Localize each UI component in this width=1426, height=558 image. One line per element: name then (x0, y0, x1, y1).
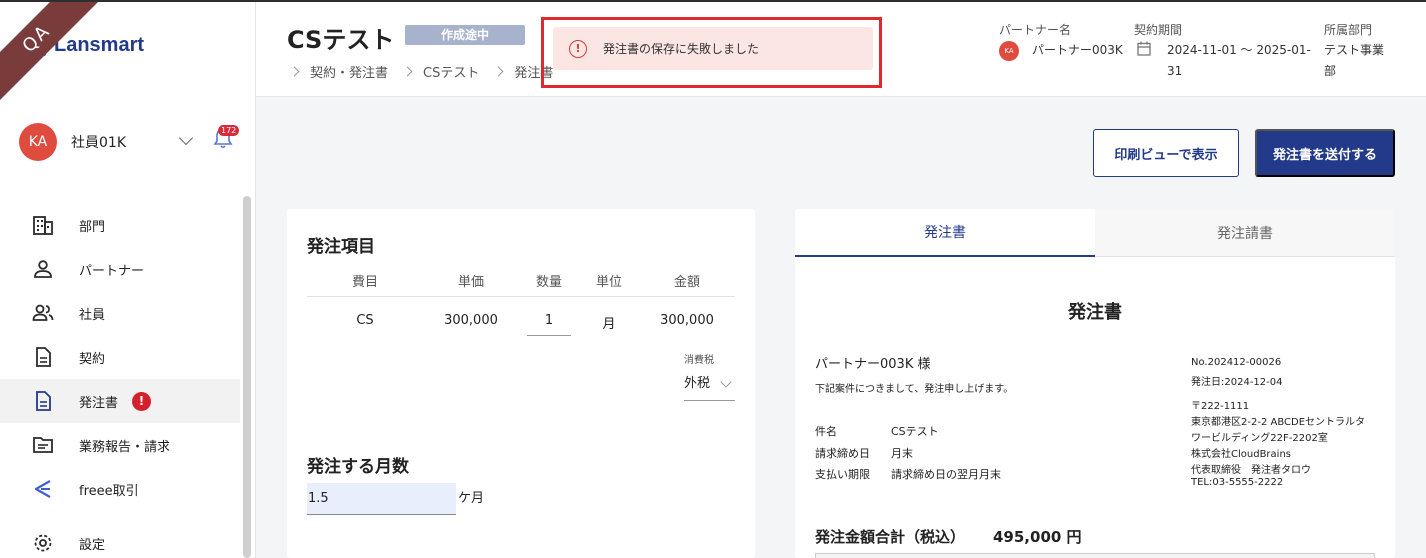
logo-text: Lansmart (54, 33, 145, 56)
doc-recipient: パートナー003K 様 (815, 357, 931, 372)
doc-total-value: 495,000 円 (993, 528, 1082, 546)
amount-cell: 300,000 (660, 313, 714, 328)
freee-icon (32, 478, 54, 500)
sidebar-scrollbar[interactable] (243, 196, 251, 558)
sidebar-item-label: 設定 (79, 537, 106, 553)
tax-label: 消費税 (684, 355, 714, 366)
tab-order-acceptance[interactable]: 発注請書 (1095, 209, 1395, 257)
breadcrumb-link[interactable]: CSテスト (423, 62, 479, 81)
doc-company: 株式会社CloudBrains (1191, 449, 1291, 460)
tax-select-value: 外税 (684, 376, 711, 391)
sidebar-item-freee[interactable]: freee取引 (0, 467, 240, 511)
toast-highlight-frame (541, 17, 882, 88)
doc-total-label: 発注金額合計（税込） (815, 528, 966, 546)
doc-field-value: 月末 (891, 447, 913, 460)
period-label: 契約期間 (1134, 23, 1183, 37)
quantity-input[interactable]: 1 (527, 313, 571, 328)
chevron-down-icon (720, 376, 732, 388)
chevron-right-icon (289, 66, 300, 77)
item-name-cell: CS (356, 313, 374, 328)
sidebar-item-label: パートナー (79, 263, 145, 279)
unit-cell: 月 (602, 317, 616, 332)
breadcrumb: 契約・発注書 CSテスト 発注書 (287, 62, 553, 81)
unit-price-cell: 300,000 (444, 313, 498, 328)
sidebar-item-settings[interactable]: 設定 (0, 521, 240, 558)
months-title: 発注する月数 (307, 457, 409, 477)
sidebar-item-label: 発注書 (79, 395, 119, 411)
alert-icon: ! (132, 391, 152, 411)
order-items-title: 発注項目 (307, 237, 375, 257)
column-header: 金額 (673, 275, 700, 290)
user-menu[interactable]: KA 社員01K (19, 123, 239, 161)
partner-name: パートナー003K (1032, 43, 1123, 57)
table-divider (307, 296, 735, 297)
column-header: 数量 (535, 275, 562, 290)
tax-select[interactable]: 外税 (684, 372, 735, 401)
breadcrumb-link[interactable]: 契約・発注書 (310, 62, 388, 81)
chevron-down-icon[interactable] (178, 130, 194, 146)
people-icon (32, 302, 54, 324)
sidebar: QA Lansmart KA 社員01K 172 部門 パートナー 社員 契約 (0, 0, 256, 558)
doc-tel: TEL:03-5555-2222 (1191, 477, 1284, 488)
window-top-border (0, 0, 1426, 2)
doc-issue-date: 発注日:2024-12-04 (1191, 377, 1283, 388)
quantity-underline (527, 335, 571, 336)
sidebar-item-label: 契約 (79, 351, 106, 367)
status-badge: 作成途中 (405, 25, 525, 45)
period-value-line2: 31 (1167, 64, 1183, 78)
dept-value-line1: テスト事業 (1324, 43, 1385, 57)
document-icon (32, 346, 54, 368)
doc-address-line2: ワービルディング22F-2202室 (1191, 433, 1328, 444)
doc-postal: 〒222-1111 (1191, 401, 1250, 412)
user-name: 社員01K (71, 135, 126, 151)
sidebar-item-contract[interactable]: 契約 (0, 335, 240, 379)
sidebar-item-report-billing[interactable]: 業務報告・請求 (0, 423, 240, 467)
print-view-button[interactable]: 印刷ビューで表示 (1093, 129, 1239, 177)
months-unit: ケ月 (458, 491, 485, 506)
partner-label: パートナー名 (999, 23, 1072, 37)
dept-label: 所属部門 (1324, 23, 1373, 37)
sidebar-item-label: freee取引 (79, 483, 139, 499)
doc-field-label: 件名 (815, 425, 837, 438)
sidebar-item-partner[interactable]: パートナー (0, 247, 240, 291)
chevron-right-icon (402, 66, 413, 77)
tab-purchase-order[interactable]: 発注書 (795, 209, 1095, 257)
column-header: 単位 (595, 275, 622, 290)
sidebar-item-label: 部門 (79, 219, 106, 235)
period-value-line1: 2024-11-01 〜 2025-01- (1167, 43, 1311, 57)
sidebar-item-department[interactable]: 部門 (0, 203, 240, 247)
sidebar-item-purchase-order[interactable]: 発注書 ! (0, 379, 240, 423)
sidebar-item-label: 社員 (79, 307, 106, 323)
notification-badge: 172 (218, 125, 240, 136)
calendar-icon (1137, 41, 1151, 56)
column-header: 費目 (351, 275, 378, 290)
sidebar-item-employee[interactable]: 社員 (0, 291, 240, 335)
dept-value-line2: 部 (1324, 64, 1337, 78)
sidebar-nav: 部門 パートナー 社員 契約 発注書 ! 業務報告・請求 freee取引 設定 (0, 203, 240, 558)
sidebar-item-label: 業務報告・請求 (79, 439, 171, 455)
partner-avatar: KA (999, 41, 1019, 61)
doc-table (815, 553, 1375, 558)
doc-representative: 代表取締役 発注者タロウ (1191, 465, 1311, 476)
doc-field-value: CSテスト (891, 425, 939, 438)
folder-icon (32, 434, 54, 456)
person-icon (32, 258, 54, 280)
avatar: KA (19, 123, 57, 161)
doc-field-label: 支払い期限 (815, 468, 870, 481)
column-header: 単価 (457, 275, 484, 290)
doc-number: No.202412-00026 (1191, 357, 1282, 368)
doc-field-label: 請求締め日 (815, 447, 870, 460)
page-title: CSテスト (287, 26, 395, 54)
gear-icon (32, 532, 54, 554)
send-order-button[interactable]: 発注書を送付する (1255, 129, 1395, 177)
doc-intro: 下記案件につきまして、発注申し上げます。 (815, 384, 1014, 395)
months-input[interactable]: 1.5 (307, 483, 456, 515)
chevron-right-icon (493, 66, 504, 77)
doc-field-value: 請求締め日の翌月月末 (891, 468, 1001, 481)
doc-address-line1: 東京都港区2-2-2 ABCDEセントラルタ (1191, 417, 1366, 428)
doc-title: 発注書 (1068, 302, 1122, 323)
document-icon (32, 390, 54, 412)
building-icon (32, 214, 54, 236)
